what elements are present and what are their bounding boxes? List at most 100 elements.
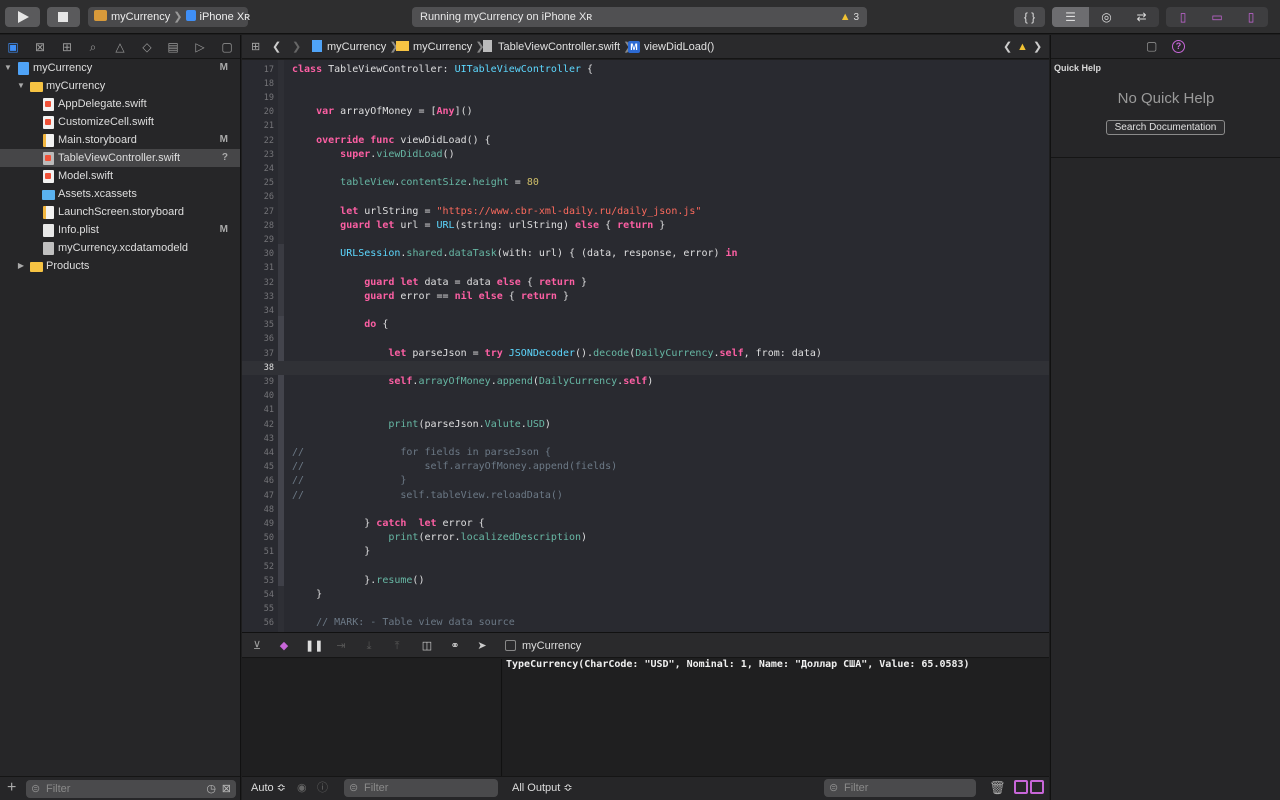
navigator-toggle-icon[interactable]: ▯ <box>1166 7 1200 27</box>
inspector-toggle-icon[interactable]: ▯ <box>1234 7 1268 27</box>
code-line[interactable]: 55 <box>242 602 1049 616</box>
back-arrow-icon[interactable]: ❮ <box>272 35 281 59</box>
code-line[interactable]: 36 <box>242 332 1049 346</box>
variables-scope-popup[interactable]: Auto ≎ <box>251 777 286 799</box>
line-number[interactable]: 39 <box>242 375 274 389</box>
line-number[interactable]: 24 <box>242 162 274 176</box>
view-debugger-icon[interactable]: ◫ <box>419 638 435 654</box>
line-number[interactable]: 54 <box>242 588 274 602</box>
code-line[interactable]: 38 <box>242 360 1049 375</box>
tree-item-file[interactable]: Info.plist M <box>0 221 240 239</box>
warning-icon[interactable]: ▲ <box>1017 35 1028 59</box>
code-line[interactable]: 18 <box>242 77 1049 91</box>
tree-item-file[interactable]: Assets.xcassets <box>0 185 240 203</box>
line-number[interactable]: 49 <box>242 517 274 531</box>
variables-view[interactable] <box>242 659 502 776</box>
code-line[interactable]: 28 guard let url = URL(string: urlString… <box>242 219 1049 233</box>
line-number[interactable]: 45 <box>242 460 274 474</box>
line-number[interactable]: 22 <box>242 134 274 148</box>
line-number[interactable]: 23 <box>242 148 274 162</box>
line-number[interactable]: 21 <box>242 119 274 133</box>
next-issue-icon[interactable]: ❯ <box>1033 35 1042 59</box>
code-text[interactable]: class TableViewController: UITableViewCo… <box>292 63 593 77</box>
code-text[interactable]: URLSession.shared.dataTask(with: url) { … <box>292 247 737 261</box>
line-number[interactable]: 36 <box>242 332 274 346</box>
add-icon[interactable]: + <box>7 779 16 797</box>
code-line[interactable]: 37 let parseJson = try JSONDecoder().dec… <box>242 347 1049 361</box>
line-number[interactable]: 38 <box>242 361 274 375</box>
line-number[interactable]: 29 <box>242 233 274 247</box>
variables-filter-input[interactable]: ⊜ Filter <box>344 779 498 797</box>
code-review-button[interactable]: { } <box>1014 7 1045 27</box>
code-line[interactable]: 56 // MARK: - Table view data source <box>242 616 1049 630</box>
code-text[interactable]: print(parseJson.Valute.USD) <box>292 418 551 432</box>
console-filter-input[interactable]: ⊜ Filter <box>824 779 976 797</box>
issue-icon[interactable]: △ <box>113 40 127 54</box>
line-number[interactable]: 44 <box>242 446 274 460</box>
line-number[interactable]: 20 <box>242 105 274 119</box>
hide-debug-area-icon[interactable]: ⊻ <box>249 638 265 654</box>
line-number[interactable]: 31 <box>242 261 274 275</box>
code-line[interactable]: 54 } <box>242 588 1049 602</box>
source-control-icon[interactable]: ⊠ <box>33 40 47 54</box>
line-number[interactable]: 52 <box>242 560 274 574</box>
code-text[interactable]: guard let data = data else { return } <box>292 276 587 290</box>
code-line[interactable]: 48 <box>242 503 1049 517</box>
code-line[interactable]: 21 <box>242 119 1049 133</box>
line-number[interactable]: 43 <box>242 432 274 446</box>
related-items-icon[interactable]: ⊞ <box>251 35 260 59</box>
code-line[interactable]: 17 class TableViewController: UITableView… <box>242 63 1049 77</box>
jump-file[interactable]: TableViewController.swift ❯ <box>483 35 632 59</box>
test-icon[interactable]: ◇ <box>140 40 154 54</box>
code-line[interactable]: 34 <box>242 304 1049 318</box>
line-number[interactable]: 47 <box>242 489 274 503</box>
tree-item-group[interactable]: ▼ myCurrency <box>0 77 240 95</box>
line-number[interactable]: 55 <box>242 602 274 616</box>
version-editor-icon[interactable]: ⇄ <box>1124 7 1159 27</box>
tree-item-file[interactable]: myCurrency.xcdatamodeld <box>0 239 240 257</box>
standard-editor-icon[interactable]: ☰ <box>1052 7 1089 27</box>
line-number[interactable]: 30 <box>242 247 274 261</box>
code-line[interactable]: 44 // for fields in parseJson { <box>242 446 1049 460</box>
code-text[interactable]: print(error.localizedDescription) <box>292 531 587 545</box>
code-line[interactable]: 20 var arrayOfMoney = [Any]() <box>242 105 1049 119</box>
code-line[interactable]: 45 // self.arrayOfMoney.append(fields) <box>242 460 1049 474</box>
code-line[interactable]: 50 print(error.localizedDescription) <box>242 531 1049 545</box>
disclosure-open-icon[interactable]: ▼ <box>16 77 26 95</box>
code-line[interactable]: 23 super.viewDidLoad() <box>242 148 1049 162</box>
code-line[interactable]: 22 override func viewDidLoad() { <box>242 134 1049 148</box>
code-text[interactable]: // self.arrayOfMoney.append(fields) <box>292 460 617 474</box>
tree-item-file[interactable]: Model.swift <box>0 167 240 185</box>
code-line[interactable]: 43 <box>242 432 1049 446</box>
line-number[interactable]: 34 <box>242 304 274 318</box>
scm-filter-icon[interactable]: ⊠ <box>222 780 231 798</box>
stop-button[interactable] <box>47 7 80 27</box>
navigator-filter-input[interactable]: ⊜ Filter ◷ ⊠ <box>26 780 236 798</box>
line-number[interactable]: 35 <box>242 318 274 332</box>
disclosure-closed-icon[interactable]: ▶ <box>16 257 26 275</box>
warnings-indicator[interactable]: ▲ 3 <box>840 7 859 28</box>
line-number[interactable]: 17 <box>242 63 274 77</box>
code-line[interactable]: 53 }.resume() <box>242 574 1049 588</box>
code-text[interactable]: }.resume() <box>292 574 424 588</box>
line-number[interactable]: 48 <box>242 503 274 517</box>
code-line[interactable]: 25 tableView.contentSize.height = 80 <box>242 176 1049 190</box>
code-line[interactable]: 39 self.arrayOfMoney.append(DailyCurrenc… <box>242 375 1049 389</box>
scheme-selector[interactable]: myCurrency ❯ iPhone Xʀ <box>88 7 250 27</box>
line-number[interactable]: 32 <box>242 276 274 290</box>
code-text[interactable]: let urlString = "https://www.cbr-xml-dai… <box>292 205 701 219</box>
code-text[interactable]: // for fields in parseJson { <box>292 446 551 460</box>
code-line[interactable]: 31 <box>242 261 1049 275</box>
simulate-location-icon[interactable]: ➤ <box>474 638 490 654</box>
tree-item-file[interactable]: Main.storyboard M <box>0 131 240 149</box>
code-line[interactable]: 32 guard let data = data else { return } <box>242 276 1049 290</box>
code-line[interactable]: 40 <box>242 389 1049 403</box>
line-number[interactable]: 40 <box>242 389 274 403</box>
tree-item-file[interactable]: CustomizeCell.swift <box>0 113 240 131</box>
line-number[interactable]: 41 <box>242 403 274 417</box>
show-console-icon[interactable] <box>1030 780 1044 794</box>
tree-item-file-selected[interactable]: TableViewController.swift ? <box>0 149 240 167</box>
code-line[interactable]: 51 } <box>242 545 1049 559</box>
step-over-icon[interactable]: ⇥ <box>333 638 349 654</box>
code-text[interactable]: self.arrayOfMoney.append(DailyCurrency.s… <box>292 375 653 389</box>
